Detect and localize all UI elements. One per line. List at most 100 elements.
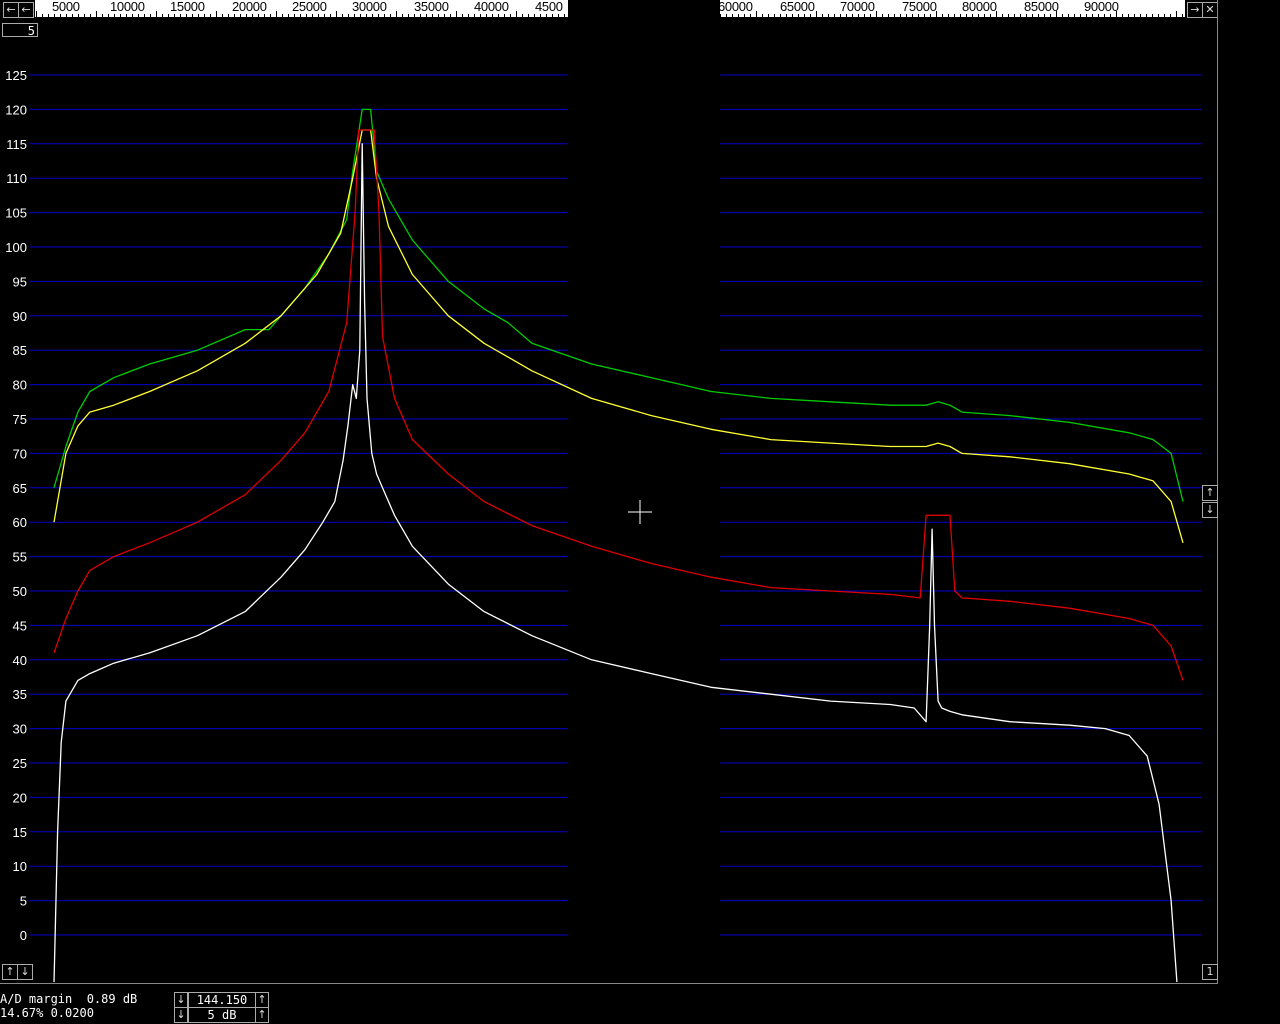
ruler-tick	[228, 14, 229, 17]
arrow-right-icon: →	[1190, 3, 1200, 16]
ruler-tick	[438, 14, 439, 17]
ruler-label: 90000	[1084, 0, 1119, 14]
arrow-left-icon: ←	[21, 3, 31, 16]
ruler-label: 65000	[780, 0, 815, 14]
ruler-tick	[156, 11, 157, 17]
arrow-down-icon: ↓	[20, 965, 30, 978]
ruler-tick	[258, 14, 259, 17]
ruler-tick	[372, 14, 373, 17]
db-scale-down-button[interactable]: ↓	[174, 1007, 188, 1023]
ruler-tick	[216, 11, 217, 17]
y-tick-label: 105	[5, 206, 27, 221]
ruler-tick	[504, 14, 505, 17]
ruler-tick	[282, 14, 283, 17]
ruler-tick	[198, 14, 199, 17]
offset-up-button[interactable]: ↑	[2, 964, 18, 980]
ruler-tick	[900, 14, 901, 17]
frequency-ruler[interactable]: 5000 10000 15000 20000 25000 30000 35000 40000 4…	[0, 0, 1218, 20]
ruler-tick	[924, 14, 925, 17]
ruler-tick	[138, 14, 139, 17]
ruler-tick	[114, 14, 115, 17]
ruler-tick	[918, 14, 919, 17]
frequency-up-button[interactable]: ↑	[255, 992, 269, 1008]
ruler-tick	[738, 14, 739, 17]
ruler-tick	[726, 14, 727, 17]
ruler-tick	[846, 14, 847, 17]
ruler-tick	[876, 11, 877, 17]
scroll-left-fast-button[interactable]: ←	[18, 2, 34, 18]
ruler-tick	[870, 14, 871, 17]
db-scale-field[interactable]: 5 dB	[188, 1007, 256, 1023]
ruler-label: 20000	[232, 0, 267, 14]
y-tick-label: 0	[20, 928, 27, 943]
ruler-tick	[774, 14, 775, 17]
ruler-tick	[930, 14, 931, 17]
y-tick-label: 110	[6, 171, 27, 186]
ruler-label: 50000	[596, 0, 631, 14]
ruler-tick	[798, 14, 799, 17]
ruler-tick	[762, 14, 763, 17]
ruler-tick	[1122, 14, 1123, 17]
close-window-button[interactable]: ✕	[1202, 2, 1218, 18]
scale-down-button[interactable]: ↓	[1202, 502, 1218, 518]
y-tick-label: 120	[5, 102, 27, 117]
ruler-tick	[252, 14, 253, 17]
ruler-label: 10000	[110, 0, 145, 14]
db-scale-up-button[interactable]: ↑	[255, 1007, 269, 1023]
ruler-tick	[720, 14, 721, 17]
ruler-tick	[330, 14, 331, 17]
ruler-label: 55000	[658, 0, 693, 14]
ruler-tick	[264, 14, 265, 17]
level-percent-text: 14.67% 0.0200	[0, 1006, 94, 1020]
ruler-tick	[210, 14, 211, 17]
ruler-tick	[816, 11, 817, 17]
ruler-tick	[822, 14, 823, 17]
y-tick-label: 25	[13, 756, 27, 771]
frame-border-bottom	[0, 983, 1218, 984]
scroll-right-button[interactable]: →	[1187, 2, 1203, 18]
ruler-tick	[990, 14, 991, 17]
ruler-tick	[444, 14, 445, 17]
ruler-tick	[336, 11, 337, 17]
ruler-tick	[1020, 14, 1021, 17]
frequency-field[interactable]: 144.150	[188, 992, 256, 1008]
offset-down-button[interactable]: ↓	[17, 964, 33, 980]
ruler-tick	[1128, 14, 1129, 17]
ruler-tick	[384, 14, 385, 17]
ruler-tick	[168, 14, 169, 17]
ruler-tick	[102, 14, 103, 17]
ad-margin-text: A/D margin 0.89 dB	[0, 992, 138, 1006]
scale-up-button[interactable]: ↑	[1202, 485, 1218, 501]
ruler-tick	[1056, 11, 1057, 17]
frequency-down-button[interactable]: ↓	[174, 992, 188, 1008]
close-icon: ✕	[1205, 3, 1215, 16]
ruler-tick	[864, 14, 865, 17]
scroll-left-button[interactable]: ←	[3, 2, 19, 18]
y-tick-label: 50	[13, 584, 27, 599]
ruler-tick	[558, 14, 559, 17]
ruler-tick	[516, 11, 517, 17]
ruler-tick	[732, 14, 733, 17]
y-tick-label: 30	[13, 722, 27, 737]
ruler-tick	[48, 14, 49, 17]
y-tick-label: 80	[13, 378, 27, 393]
y-tick-label: 45	[13, 618, 27, 633]
y-tick-label: 95	[13, 274, 27, 289]
ruler-tick	[792, 14, 793, 17]
ruler-tick	[522, 14, 523, 17]
ruler-tick	[288, 14, 289, 17]
y-tick-label: 65	[13, 481, 27, 496]
y-tick-label: 115	[6, 137, 27, 152]
ruler-tick	[186, 14, 187, 17]
y-tick-label: 55	[13, 550, 27, 565]
ruler-tick	[510, 14, 511, 17]
ruler-tick	[912, 14, 913, 17]
page-number-button[interactable]: 1	[1202, 964, 1218, 980]
ruler-label: 35000	[414, 0, 449, 14]
ruler-tick	[420, 14, 421, 17]
spectrum-plot[interactable]: 1251201151101051009590858075706560555045…	[0, 20, 1218, 982]
ruler-tick	[360, 14, 361, 17]
status-readout: A/D margin 0.89 dB 14.67% 0.0200	[0, 992, 137, 1020]
ruler-tick	[390, 14, 391, 17]
ruler-tick	[780, 14, 781, 17]
